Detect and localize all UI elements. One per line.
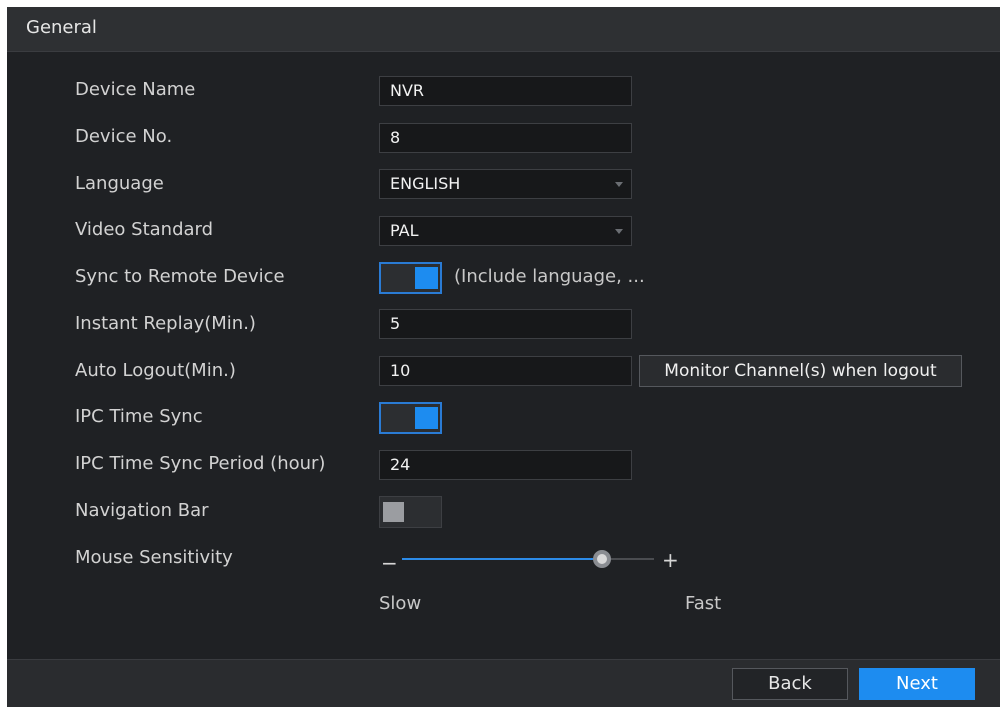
next-button[interactable]: Next	[859, 668, 975, 700]
general-settings-window: General Device Name NVR Device No. 8 Lan…	[7, 7, 1000, 707]
sync-remote-hint: (Include language, ...	[454, 266, 645, 287]
device-no-label: Device No.	[75, 126, 173, 147]
sync-remote-toggle[interactable]	[379, 262, 442, 294]
video-standard-value: PAL	[390, 221, 419, 240]
title-bar: General	[7, 7, 1000, 52]
instant-replay-input[interactable]: 5	[379, 309, 632, 339]
ipc-time-sync-label: IPC Time Sync	[75, 406, 203, 427]
caret-down-icon	[615, 182, 623, 187]
footer-bar	[7, 659, 1000, 707]
video-standard-select[interactable]: PAL	[379, 216, 632, 246]
instant-replay-label: Instant Replay(Min.)	[75, 313, 256, 334]
slider-track-empty[interactable]	[609, 558, 654, 560]
slider-track-filled[interactable]	[402, 558, 600, 560]
device-name-label: Device Name	[75, 79, 196, 100]
minus-icon[interactable]: −	[381, 553, 398, 573]
slider-fast-label: Fast	[685, 593, 722, 614]
navigation-bar-toggle[interactable]	[379, 496, 442, 528]
navigation-bar-label: Navigation Bar	[75, 500, 209, 521]
language-select[interactable]: ENGLISH	[379, 169, 632, 199]
slider-handle[interactable]	[593, 550, 611, 568]
toggle-knob	[415, 407, 438, 429]
auto-logout-input[interactable]: 10	[379, 356, 632, 386]
toggle-knob	[415, 267, 438, 289]
language-value: ENGLISH	[390, 174, 461, 193]
plus-icon[interactable]: +	[662, 550, 679, 570]
caret-down-icon	[615, 229, 623, 234]
monitor-channels-button[interactable]: Monitor Channel(s) when logout	[639, 355, 962, 387]
mouse-sensitivity-label: Mouse Sensitivity	[75, 547, 233, 568]
toggle-knob	[383, 502, 404, 522]
device-no-input[interactable]: 8	[379, 123, 632, 153]
window-title: General	[26, 17, 97, 38]
language-label: Language	[75, 173, 164, 194]
ipc-sync-period-input[interactable]: 24	[379, 450, 632, 480]
sync-remote-label: Sync to Remote Device	[75, 266, 285, 287]
auto-logout-label: Auto Logout(Min.)	[75, 360, 236, 381]
back-button[interactable]: Back	[732, 668, 848, 700]
ipc-time-sync-toggle[interactable]	[379, 402, 442, 434]
slider-slow-label: Slow	[379, 593, 422, 614]
device-name-input[interactable]: NVR	[379, 76, 632, 106]
video-standard-label: Video Standard	[75, 219, 214, 240]
ipc-sync-period-label: IPC Time Sync Period (hour)	[75, 453, 326, 474]
